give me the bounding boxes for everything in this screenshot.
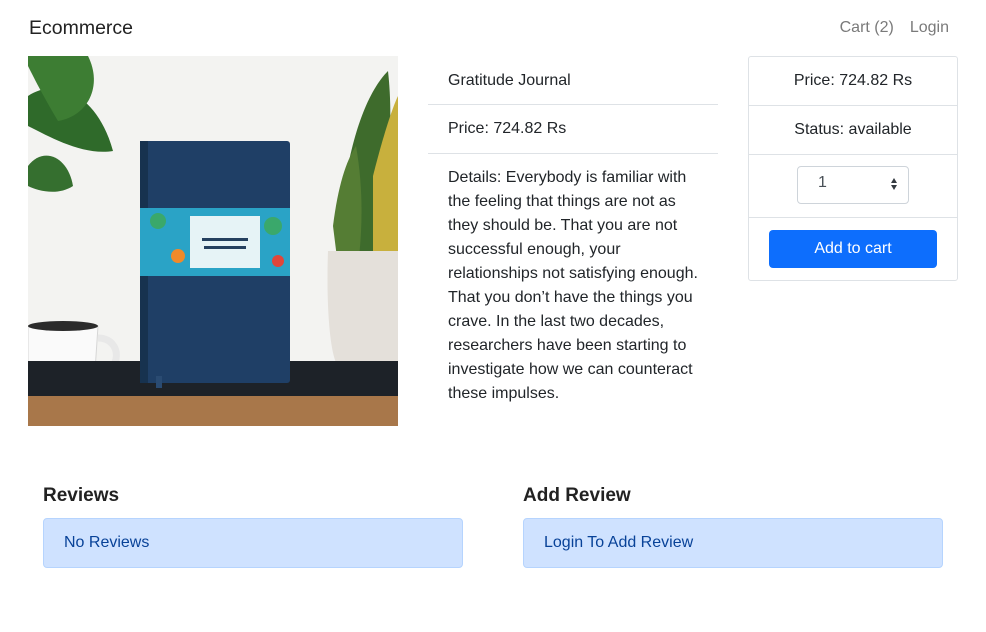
reviews-heading: Reviews [43,485,120,506]
login-to-review-link[interactable]: Login To Add Review [544,534,693,551]
login-to-review-alert: Login To Add Review [523,518,943,568]
product-image [28,56,398,426]
journal-product-photo [28,56,398,426]
brand-link[interactable]: Ecommerce [29,17,133,40]
quantity-select[interactable]: 1 [797,166,909,204]
cart-link[interactable]: Cart (2) [840,19,894,37]
no-reviews-alert: No Reviews [43,518,463,568]
card-price: Price: 724.82 Rs [749,57,957,106]
quantity-value: 1 [818,174,827,191]
product-description: Details: Everybody is familiar with the … [448,169,698,402]
product-name: Gratitude Journal [428,56,718,105]
navbar-right: Cart (2) Login [840,19,949,37]
add-to-cart-button[interactable]: Add to cart [769,230,937,268]
login-link[interactable]: Login [910,19,949,37]
add-review-heading: Add Review [523,485,631,506]
stock-status: Status: available [749,106,957,155]
add-to-cart-cell: Add to cart [749,218,957,280]
product-price: Price: 724.82 Rs [428,105,718,154]
select-arrows-icon [891,178,897,190]
product-details: Gratitude Journal Price: 724.82 Rs Detai… [428,56,718,418]
purchase-card: Price: 724.82 Rs Status: available 1 Add… [748,56,958,281]
quantity-cell: 1 [749,155,957,218]
